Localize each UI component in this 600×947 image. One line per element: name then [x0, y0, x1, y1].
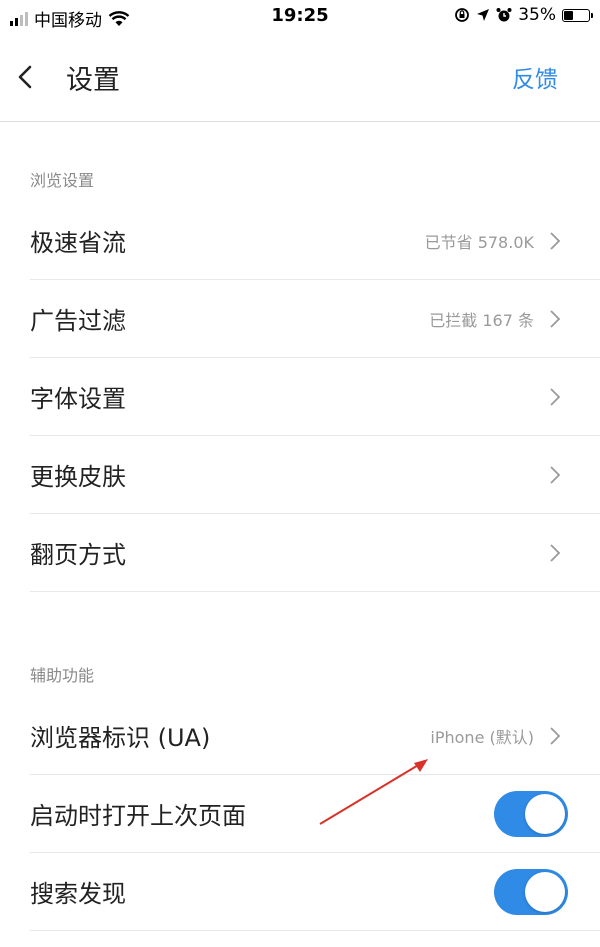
settings-row-data-saver[interactable]: 极速省流 已节省 578.0K	[30, 202, 600, 280]
chevron-right-icon	[550, 544, 561, 562]
alarm-icon	[496, 8, 512, 22]
status-right: 35%	[454, 5, 593, 25]
navigation-bar: 设置 反馈	[0, 32, 600, 122]
location-icon	[477, 9, 490, 21]
search-discover-toggle[interactable]	[494, 869, 568, 915]
row-label: 更换皮肤	[30, 463, 126, 491]
battery-percent: 35%	[518, 5, 556, 25]
rotation-lock-icon	[455, 8, 470, 22]
row-label: 搜索发现	[30, 880, 126, 908]
battery-icon	[562, 8, 593, 22]
feedback-button[interactable]: 反馈	[512, 60, 558, 94]
chevron-right-icon	[550, 232, 561, 250]
toggle-knob	[525, 794, 565, 834]
settings-row-restore-last-page: 启动时打开上次页面	[30, 775, 600, 853]
section-title-browse: 浏览设置	[30, 171, 95, 190]
chevron-left-icon	[18, 65, 32, 89]
toggle-knob	[525, 872, 565, 912]
restore-last-page-toggle[interactable]	[494, 791, 568, 837]
chevron-right-icon	[550, 727, 561, 745]
row-label: 翻页方式	[30, 541, 126, 569]
settings-row-page-turn[interactable]: 翻页方式	[30, 514, 600, 592]
row-label: 字体设置	[30, 385, 126, 413]
settings-row-search-discover: 搜索发现	[30, 853, 600, 931]
row-value: iPhone (默认)	[430, 727, 534, 747]
back-button[interactable]	[18, 60, 42, 94]
page-title: 设置	[66, 65, 120, 96]
chevron-right-icon	[550, 466, 561, 484]
row-value: 已节省 578.0K	[424, 232, 534, 252]
chevron-right-icon	[550, 388, 561, 406]
row-value: 已拦截 167 条	[429, 310, 534, 330]
settings-row-skin[interactable]: 更换皮肤	[30, 436, 600, 514]
settings-row-font[interactable]: 字体设置	[30, 358, 600, 436]
settings-row-user-agent[interactable]: 浏览器标识 (UA) iPhone (默认)	[30, 697, 600, 775]
section-title-assist: 辅助功能	[30, 666, 95, 685]
settings-row-ad-filter[interactable]: 广告过滤 已拦截 167 条	[30, 280, 600, 358]
row-label: 浏览器标识 (UA)	[30, 724, 211, 752]
status-bar: 中国移动 19:25 35%	[0, 0, 600, 32]
row-label: 广告过滤	[30, 307, 126, 335]
row-label: 极速省流	[30, 229, 126, 257]
chevron-right-icon	[550, 310, 561, 328]
row-label: 启动时打开上次页面	[30, 802, 246, 830]
